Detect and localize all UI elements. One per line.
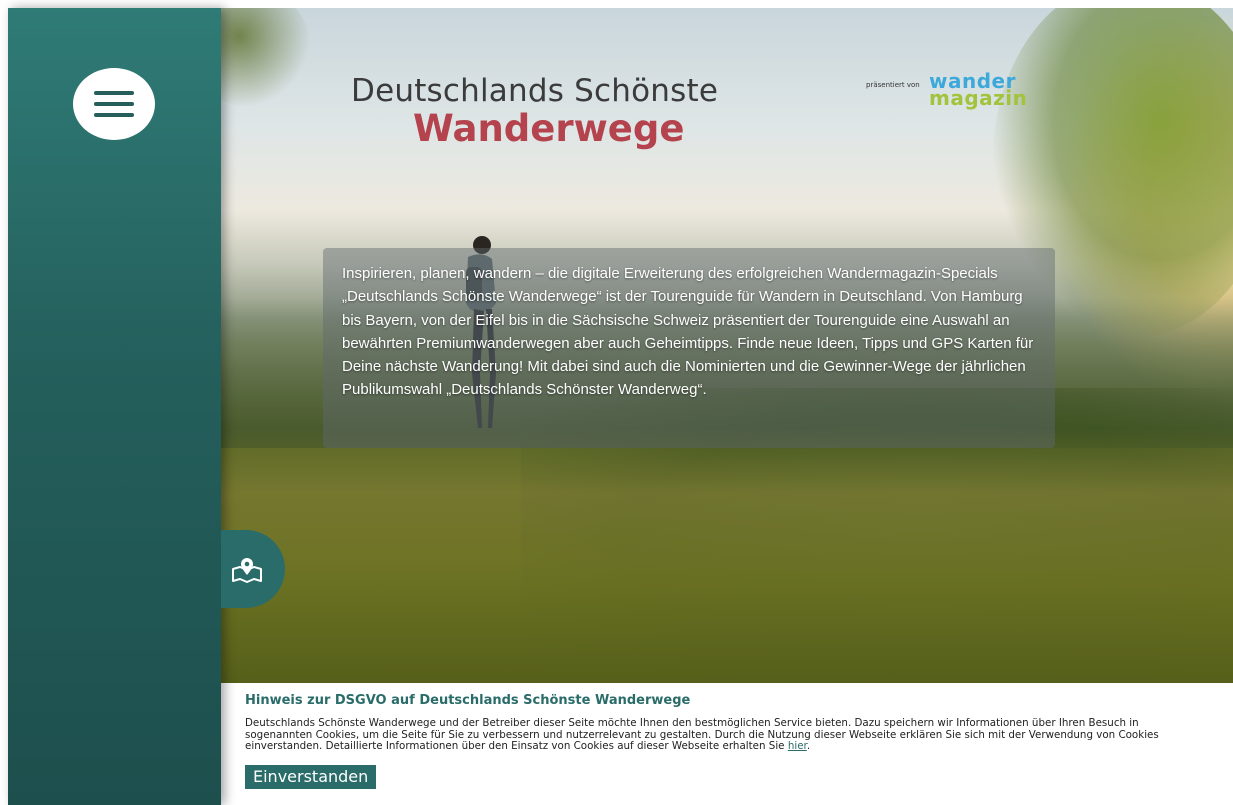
- hamburger-menu-icon-bar: [94, 113, 134, 117]
- hamburger-menu-icon: [94, 91, 134, 95]
- hero-grass: [221, 428, 1233, 683]
- site-title-line1: Deutschlands Schönste: [351, 73, 719, 109]
- intro-text-box: Inspirieren, planen, wandern – die digit…: [323, 248, 1055, 448]
- cookie-notice-title: Hinweis zur DSGVO auf Deutschlands Schön…: [245, 693, 691, 708]
- hero-tree-leaves-left: [221, 8, 311, 108]
- cookie-notice-body: Deutschlands Schönste Wanderwege und der…: [245, 717, 1159, 752]
- map-pin-icon: [232, 558, 262, 583]
- cookie-notice-text: Deutschlands Schönste Wanderwege und der…: [245, 717, 1209, 753]
- accept-cookies-button[interactable]: Einverstanden: [245, 764, 377, 789]
- page: Deutschlands Schönste Wanderwege präsent…: [0, 0, 1233, 805]
- site-title-line2: Wanderwege: [413, 107, 685, 150]
- presented-by-label: präsentiert von: [866, 81, 920, 89]
- sidebar: [8, 8, 221, 805]
- cookie-link-suffix: .: [806, 740, 811, 752]
- intro-text: Inspirieren, planen, wandern – die digit…: [342, 265, 1034, 399]
- hamburger-menu-icon-bar: [94, 102, 134, 106]
- cookie-info-link[interactable]: hier: [788, 740, 807, 752]
- wandermagazin-logo-line2[interactable]: magazin: [929, 88, 1027, 108]
- cookie-notice: Hinweis zur DSGVO auf Deutschlands Schön…: [221, 683, 1233, 805]
- menu-button[interactable]: [73, 68, 155, 140]
